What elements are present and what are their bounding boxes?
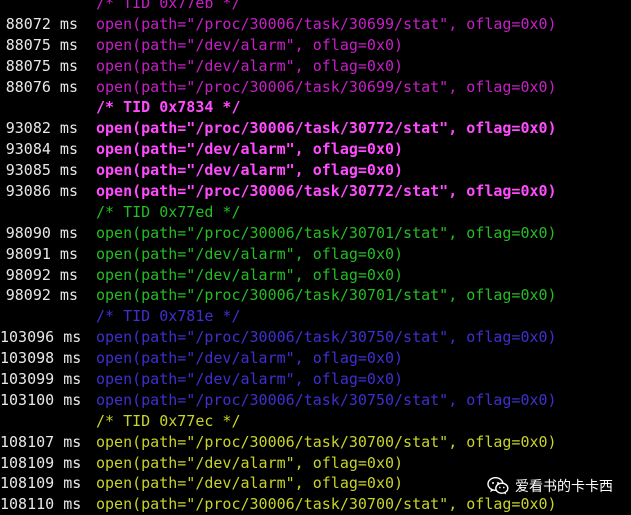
log-line: 93082 ms open(path="/proc/30006/task/3077…	[0, 118, 631, 139]
log-line: 88075 ms open(path="/dev/alarm", oflag=0x…	[0, 56, 631, 77]
log-line: 103100 ms open(path="/proc/30006/task/307…	[0, 390, 631, 411]
log-line: 108107 ms open(path="/proc/30006/task/307…	[0, 432, 631, 453]
syscall-text: open(path="/dev/alarm", oflag=0x0)	[96, 140, 404, 159]
log-line: 93085 ms open(path="/dev/alarm", oflag=0x…	[0, 160, 631, 181]
timestamp: 108109 ms	[0, 474, 82, 493]
log-line: 98091 ms open(path="/dev/alarm", oflag=0x…	[0, 244, 631, 265]
syscall-text: open(path="/dev/alarm", oflag=0x0)	[96, 35, 404, 54]
syscall-text: open(path="/proc/30006/task/30701/stat",…	[96, 286, 557, 305]
timestamp: 108110 ms	[0, 495, 82, 514]
timestamp: 88072 ms	[5, 14, 78, 33]
syscall-text: open(path="/proc/30006/task/30700/stat",…	[96, 495, 557, 514]
tid-comment: /* TID 0x781e */	[96, 307, 241, 326]
timestamp: 108107 ms	[0, 432, 82, 451]
timestamp: 88075 ms	[5, 56, 78, 75]
wechat-icon	[487, 476, 509, 496]
syscall-text: open(path="/proc/30006/task/30772/stat",…	[96, 119, 557, 138]
tid-header-line: /* TID 0x77eb */	[0, 0, 631, 14]
syscall-text: open(path="/proc/30006/task/30772/stat",…	[96, 182, 557, 201]
timestamp: 98091 ms	[5, 244, 78, 263]
syscall-text: open(path="/dev/alarm", oflag=0x0)	[96, 161, 404, 180]
syscall-text: open(path="/proc/30006/task/30750/stat",…	[96, 390, 557, 409]
timestamp: 103100 ms	[0, 390, 82, 409]
timestamp: 103096 ms	[0, 328, 82, 347]
timestamp: 88076 ms	[5, 77, 78, 96]
log-line: 108109 ms open(path="/dev/alarm", oflag=0…	[0, 453, 631, 474]
syscall-text: open(path="/dev/alarm", oflag=0x0)	[96, 56, 404, 75]
tid-comment: /* TID 0x77eb */	[96, 0, 241, 12]
log-line: 103099 ms open(path="/dev/alarm", oflag=0…	[0, 369, 631, 390]
syscall-text: open(path="/dev/alarm", oflag=0x0)	[96, 474, 404, 493]
tid-comment: /* TID 0x77ec */	[96, 411, 241, 430]
tid-header-line: /* TID 0x781e */	[0, 306, 631, 327]
timestamp: 88075 ms	[5, 35, 78, 54]
log-line: 93084 ms open(path="/dev/alarm", oflag=0x…	[0, 139, 631, 160]
tid-header-line: /* TID 0x7834 */	[0, 97, 631, 118]
log-line: 88075 ms open(path="/dev/alarm", oflag=0x…	[0, 35, 631, 56]
syscall-text: open(path="/dev/alarm", oflag=0x0)	[96, 265, 404, 284]
tid-header-line: /* TID 0x77ec */	[0, 411, 631, 432]
timestamp: 103099 ms	[0, 370, 82, 389]
syscall-text: open(path="/proc/30006/task/30699/stat",…	[96, 77, 557, 96]
timestamp: 93084 ms	[5, 140, 78, 159]
timestamp: 93082 ms	[5, 119, 78, 138]
watermark: 爱看书的卡卡西	[487, 476, 613, 496]
syscall-text: open(path="/proc/30006/task/30699/stat",…	[96, 14, 557, 33]
log-line: 88072 ms open(path="/proc/30006/task/3069…	[0, 14, 631, 35]
tid-header-line: /* TID 0x77ed */	[0, 202, 631, 223]
tid-comment: /* TID 0x7834 */	[96, 98, 241, 117]
syscall-text: open(path="/proc/30006/task/30750/stat",…	[96, 328, 557, 347]
log-line: 103096 ms open(path="/proc/30006/task/307…	[0, 327, 631, 348]
log-line: 93086 ms open(path="/proc/30006/task/3077…	[0, 181, 631, 202]
syscall-text: open(path="/dev/alarm", oflag=0x0)	[96, 370, 404, 389]
syscall-text: open(path="/dev/alarm", oflag=0x0)	[96, 244, 404, 263]
terminal-output: /* TID 0x77eb */ 88072 ms open(path="/proc…	[0, 0, 631, 515]
log-line: 98092 ms open(path="/dev/alarm", oflag=0x…	[0, 265, 631, 286]
timestamp: 108109 ms	[0, 453, 82, 472]
syscall-text: open(path="/dev/alarm", oflag=0x0)	[96, 349, 404, 368]
syscall-text: open(path="/dev/alarm", oflag=0x0)	[96, 453, 404, 472]
timestamp: 93086 ms	[5, 182, 78, 201]
syscall-text: open(path="/proc/30006/task/30700/stat",…	[96, 432, 557, 451]
watermark-text: 爱看书的卡卡西	[515, 479, 613, 495]
log-line: 88076 ms open(path="/proc/30006/task/3069…	[0, 77, 631, 98]
log-line: 108110 ms open(path="/proc/30006/task/307…	[0, 494, 631, 515]
syscall-text: open(path="/proc/30006/task/30701/stat",…	[96, 223, 557, 242]
tid-comment: /* TID 0x77ed */	[96, 202, 241, 221]
log-line: 98090 ms open(path="/proc/30006/task/3070…	[0, 223, 631, 244]
timestamp: 98090 ms	[5, 223, 78, 242]
timestamp: 98092 ms	[5, 265, 78, 284]
timestamp: 93085 ms	[5, 161, 78, 180]
log-line: 103098 ms open(path="/dev/alarm", oflag=0…	[0, 348, 631, 369]
timestamp: 103098 ms	[0, 349, 82, 368]
log-line: 98092 ms open(path="/proc/30006/task/3070…	[0, 285, 631, 306]
timestamp: 98092 ms	[5, 286, 78, 305]
